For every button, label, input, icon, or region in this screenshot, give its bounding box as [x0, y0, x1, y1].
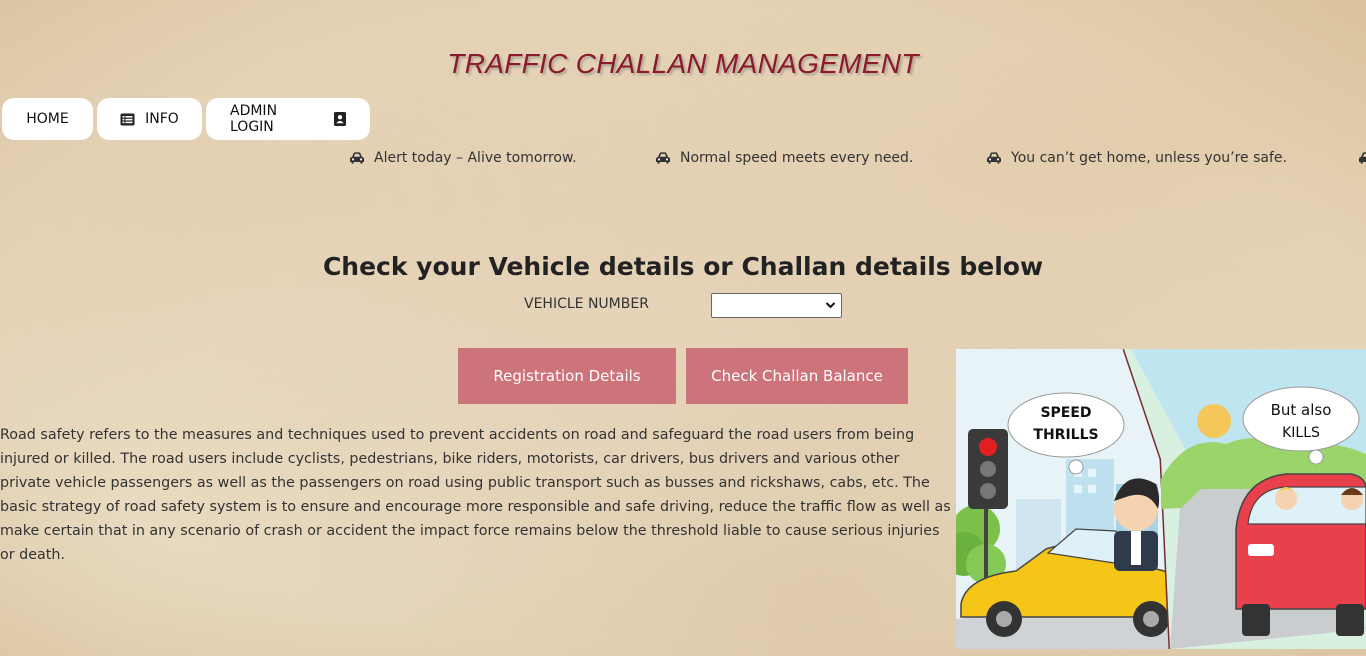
vehicle-number-select[interactable] [711, 293, 842, 318]
nav-admin-login-label: ADMIN LOGIN [230, 103, 278, 135]
nav-home-button[interactable]: HOME [2, 98, 93, 140]
form-heading: Check your Vehicle details or Challan de… [322, 252, 1044, 281]
nav-info-label: INFO [145, 111, 179, 127]
road-safety-illustration: SPEED THRILLS But also KILLS [956, 349, 1366, 649]
site-title: TRAFFIC CHALLAN MANAGEMENT [447, 48, 919, 79]
check-challan-balance-button[interactable]: Check Challan Balance [686, 348, 908, 404]
ticker-text: Normal speed meets every need. [680, 150, 914, 166]
ticker-text: Alert today – Alive tomorrow. [374, 150, 577, 166]
main-nav: HOME INFO ADMIN LOGIN [2, 98, 370, 140]
ticker-item [1358, 146, 1366, 170]
safety-slogan-ticker: Alert today – Alive tomorrow. Normal spe… [0, 146, 1366, 170]
nav-home-label: HOME [26, 111, 69, 127]
nav-admin-login-button[interactable]: ADMIN LOGIN [206, 98, 370, 140]
bubble-right-line2: KILLS [1282, 425, 1320, 441]
car-icon [655, 152, 671, 164]
ticker-item: You can’t get home, unless you’re safe. [986, 146, 1287, 170]
contact-card-icon [334, 112, 346, 126]
car-icon [986, 152, 1002, 164]
ticker-item: Alert today – Alive tomorrow. [349, 146, 577, 170]
ticker-item: Normal speed meets every need. [655, 146, 913, 170]
nav-info-button[interactable]: INFO [97, 98, 202, 140]
vehicle-number-label: VEHICLE NUMBER [524, 296, 649, 312]
registration-details-button[interactable]: Registration Details [458, 348, 676, 404]
bubble-left-line2: THRILLS [1033, 427, 1098, 443]
car-icon [349, 152, 365, 164]
list-icon [120, 113, 135, 126]
ticker-text: You can’t get home, unless you’re safe. [1011, 150, 1287, 166]
bubble-left-line1: SPEED [1040, 405, 1091, 421]
chevron-down-icon [825, 298, 836, 317]
road-safety-paragraph: Road safety refers to the measures and t… [0, 427, 951, 563]
car-icon [1358, 152, 1366, 164]
bubble-right-line1: But also [1271, 401, 1332, 419]
